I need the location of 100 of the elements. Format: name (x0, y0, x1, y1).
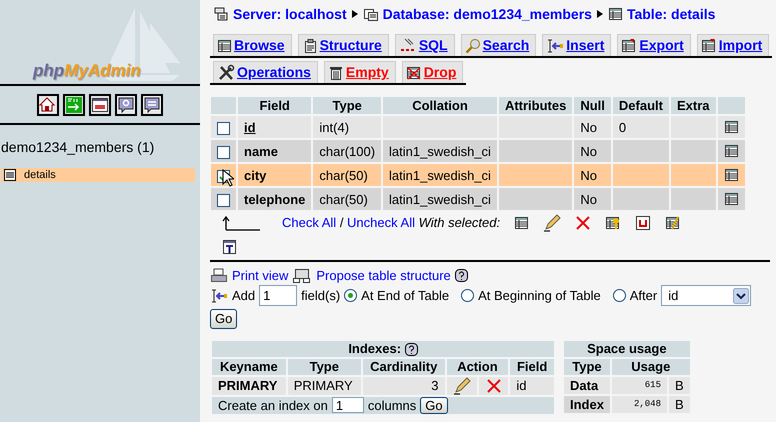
uncheck-all-link[interactable]: Uncheck All (347, 215, 415, 230)
home-button[interactable] (37, 94, 59, 116)
check-all-link[interactable]: Check All (282, 215, 336, 230)
add-label: Add (232, 286, 256, 305)
tab[interactable]: Operations (213, 61, 318, 83)
tab[interactable]: SQL (394, 34, 455, 56)
table-cell: B (668, 376, 690, 394)
tab[interactable]: Structure (298, 34, 389, 56)
section-title: Indexes: (348, 340, 402, 356)
drop-icon (406, 64, 422, 80)
tab[interactable]: Export (617, 34, 691, 56)
breadcrumb-link[interactable]: Server: localhost (233, 4, 347, 24)
pencil-icon[interactable] (543, 214, 562, 232)
text-index-icon[interactable] (222, 238, 237, 255)
query-button[interactable] (141, 94, 163, 116)
pencil-icon[interactable] (452, 376, 471, 394)
database-name[interactable]: demo1234_members (1) (0, 125, 200, 158)
table-cell: 615 (612, 376, 667, 394)
column-count-input[interactable]: 1 (332, 397, 364, 413)
cursor-icon (222, 169, 234, 188)
column-header: Attributes (498, 97, 572, 114)
table-cell (612, 188, 669, 210)
browse-icon[interactable] (514, 215, 530, 231)
table-cell: id (238, 116, 312, 138)
table-icon (608, 6, 623, 22)
server-icon (213, 6, 229, 22)
table-cell: 2,048 (612, 396, 667, 412)
tools-icon (217, 64, 235, 82)
tab[interactable]: Browse (213, 34, 292, 56)
columns-label: columns (368, 398, 416, 412)
table-cell (670, 164, 716, 186)
field-count-input[interactable]: 1 (259, 285, 298, 306)
table-icon (217, 38, 232, 54)
arrow-icon (596, 9, 604, 19)
sql-window-icon (91, 96, 109, 114)
column-header: Usage (612, 358, 690, 374)
help-icon[interactable] (404, 343, 418, 356)
breadcrumb-link[interactable]: Table: details (626, 4, 716, 24)
column-header: Default (612, 97, 669, 114)
column-header: Collation (383, 97, 497, 114)
tab[interactable]: Import (696, 34, 770, 56)
checkbox[interactable] (217, 194, 230, 207)
table-cell: Data (564, 376, 610, 394)
radio-label: After (630, 286, 658, 305)
delete-icon[interactable] (486, 378, 502, 394)
table-cell: PRIMARY (288, 376, 361, 394)
table-cell (612, 164, 669, 186)
home-icon (39, 96, 57, 114)
help-icon[interactable] (454, 269, 468, 282)
radio-label: At Beginning of Table (478, 286, 601, 305)
delete-icon[interactable] (575, 215, 592, 231)
table-name[interactable]: details (24, 166, 56, 184)
checkbox[interactable] (217, 146, 230, 159)
breadcrumb-link[interactable]: Database: demo1234_members (382, 4, 592, 24)
with-selected-label: With selected: (418, 215, 500, 230)
table-cell: char(50) (313, 164, 382, 186)
checkbox[interactable] (217, 122, 230, 135)
table-cell: int(4) (313, 116, 382, 138)
sql-icon (398, 38, 417, 54)
propose-structure-link[interactable]: Propose table structure (316, 266, 451, 286)
table-cell: id (510, 376, 554, 394)
table-cell: char(50) (313, 188, 382, 210)
radio-button[interactable] (344, 289, 358, 302)
browse-icon[interactable] (724, 167, 738, 184)
fulltext-icon[interactable] (665, 215, 682, 231)
print-view-link[interactable]: Print view (232, 266, 288, 286)
go-button[interactable]: Go (420, 396, 448, 414)
column-header: Action (446, 358, 508, 374)
tab[interactable]: Insert (542, 34, 612, 56)
help-icon (117, 96, 135, 114)
exit-icon (65, 96, 83, 114)
arrow-icon (350, 9, 359, 19)
go-button[interactable]: Go (210, 308, 238, 328)
table-cell: name (238, 140, 312, 162)
exit-button[interactable] (63, 94, 85, 116)
browse-icon[interactable] (724, 143, 738, 160)
column-header: Field (510, 358, 554, 374)
table-cell: latin1_swedish_ci (383, 164, 497, 186)
radio-label: At End of Table (361, 286, 450, 305)
header-cell (211, 97, 236, 114)
logo-text: phpMyAdmin (33, 61, 141, 80)
insert-icon (546, 38, 564, 54)
section-title: Space usage (564, 340, 690, 356)
column-header: Field (238, 97, 312, 114)
radio-button[interactable] (461, 289, 474, 302)
tab[interactable]: Search (460, 34, 536, 56)
table-cell: No (574, 164, 611, 186)
unique-icon[interactable] (635, 215, 652, 231)
browse-icon[interactable] (724, 191, 738, 208)
radio-button[interactable] (612, 289, 626, 302)
field-select[interactable]: id (661, 285, 752, 306)
table-cell (670, 188, 716, 210)
help-button[interactable] (115, 94, 137, 116)
browse-icon[interactable] (724, 119, 738, 136)
table-cell: No (574, 140, 611, 162)
table-cell: latin1_swedish_ci (383, 140, 497, 162)
table-cell (670, 140, 716, 162)
key-icon[interactable] (605, 215, 622, 231)
sql-window-button[interactable] (89, 94, 111, 116)
table-icon (4, 169, 16, 181)
